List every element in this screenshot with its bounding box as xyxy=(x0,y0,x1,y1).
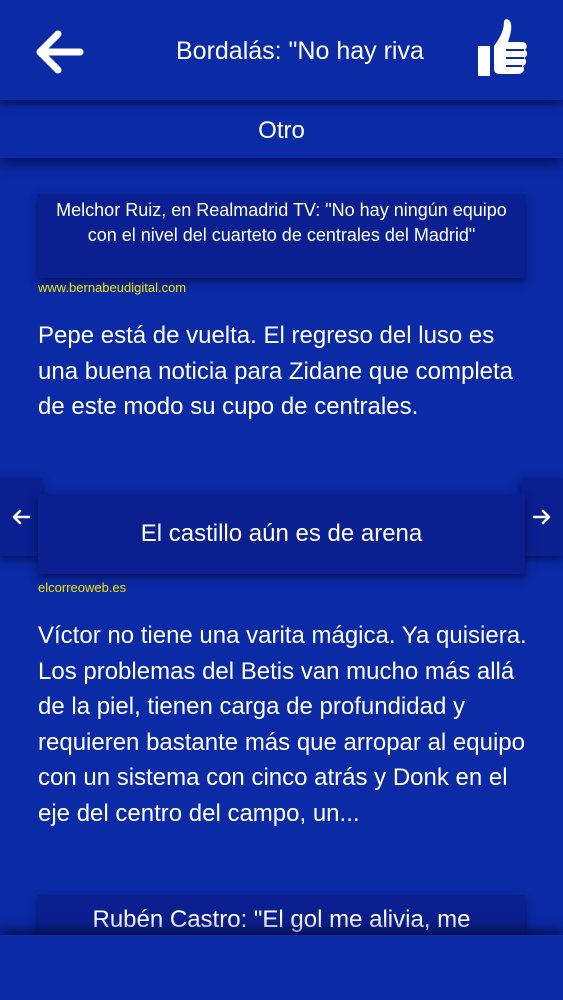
news-source-link[interactable]: www.bernabeudigital.com xyxy=(38,280,186,295)
thumbs-up-icon xyxy=(478,19,528,76)
app-header: Bordalás: "No hay riva xyxy=(0,0,563,100)
news-title[interactable]: El castillo aún es de arena xyxy=(38,494,525,574)
news-summary: Víctor no tiene una varita mágica. Ya qu… xyxy=(38,622,527,827)
category-label: Otro xyxy=(258,117,305,144)
back-button[interactable] xyxy=(36,30,84,74)
bottom-bar xyxy=(0,935,563,1000)
news-source-link[interactable]: elcorreoweb.es xyxy=(38,580,126,595)
news-summary: Pepe está de vuelta. El regreso del luso… xyxy=(38,322,514,420)
arrow-left-icon xyxy=(36,30,84,74)
news-title[interactable]: Melchor Ruiz, en Realmadrid TV: "No hay … xyxy=(38,194,525,278)
like-button[interactable] xyxy=(470,16,530,82)
next-button[interactable] xyxy=(521,478,563,556)
news-title[interactable]: Rubén Castro: "El gol me alivia, me xyxy=(38,895,525,935)
page-title: Bordalás: "No hay riva xyxy=(176,37,424,65)
previous-button[interactable] xyxy=(0,478,42,556)
category-bar[interactable]: Otro xyxy=(0,104,563,158)
arrow-right-icon xyxy=(532,509,551,525)
arrow-left-icon xyxy=(12,509,31,525)
